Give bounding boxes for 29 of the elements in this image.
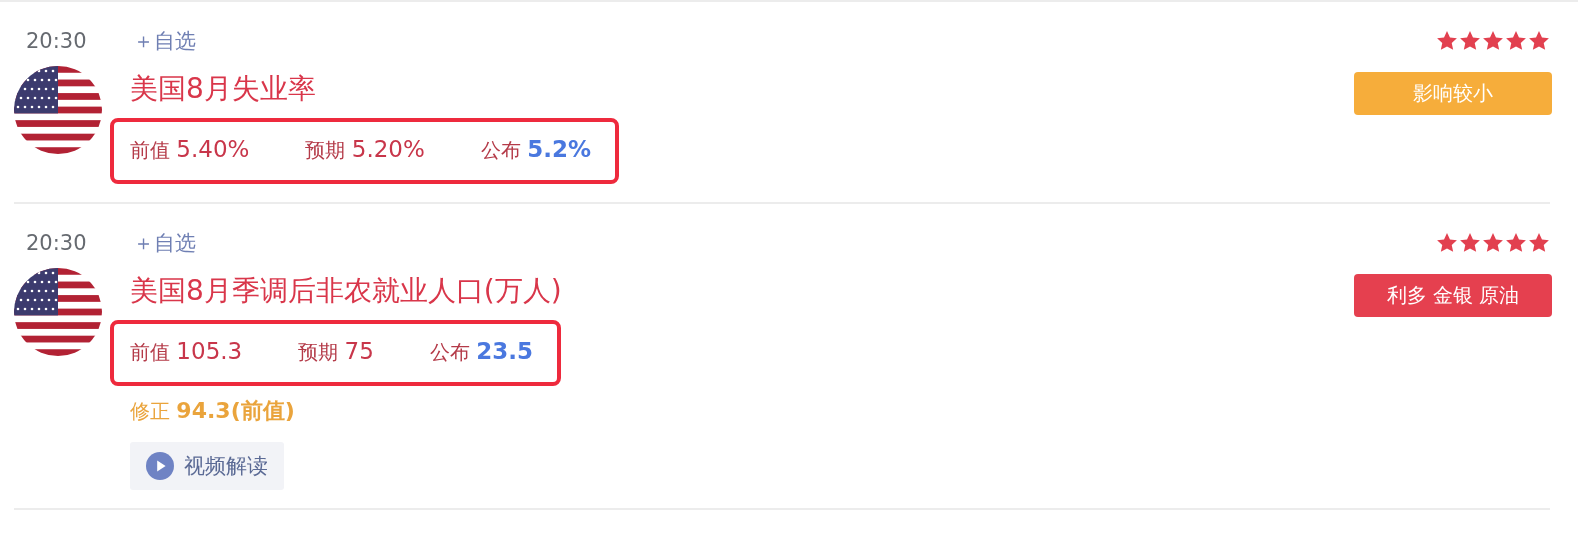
event-time: 20:30 [25,29,88,53]
flag-icon [14,66,102,154]
add-watchlist-link[interactable]: ＋自选 [133,229,196,257]
impact-tag: 利多 金银 原油 [1354,274,1552,317]
star-icon [1459,232,1481,254]
star-icon [1436,232,1458,254]
star-icon [1528,232,1550,254]
star-icon [1505,30,1527,52]
flag-icon [14,268,102,356]
data-value: 公布 23.5 [429,338,533,366]
revision-note: 修正 94.3(前值) [130,397,295,425]
data-value: 前值 5.40% [130,136,250,164]
star-icon [1528,30,1550,52]
star-icon [1459,30,1481,52]
data-value: 前值 105.3 [130,338,243,366]
star-icon [1482,232,1504,254]
event-title[interactable]: 美国8月失业率 [130,60,316,118]
star-icon [1505,232,1527,254]
star-icon [1436,30,1458,52]
video-button[interactable]: 视频解读 [130,442,284,490]
event-time: 20:30 [25,231,88,255]
data-value: 公布 5.2% [480,136,592,164]
data-value: 预期 75 [298,338,374,366]
play-icon [146,452,174,480]
event-title[interactable]: 美国8月季调后非农就业人口(万人) [130,262,562,320]
data-value: 预期 5.20% [305,136,425,164]
impact-tag: 影响较小 [1354,72,1552,115]
add-watchlist-link[interactable]: ＋自选 [133,27,196,55]
star-icon [1482,30,1504,52]
